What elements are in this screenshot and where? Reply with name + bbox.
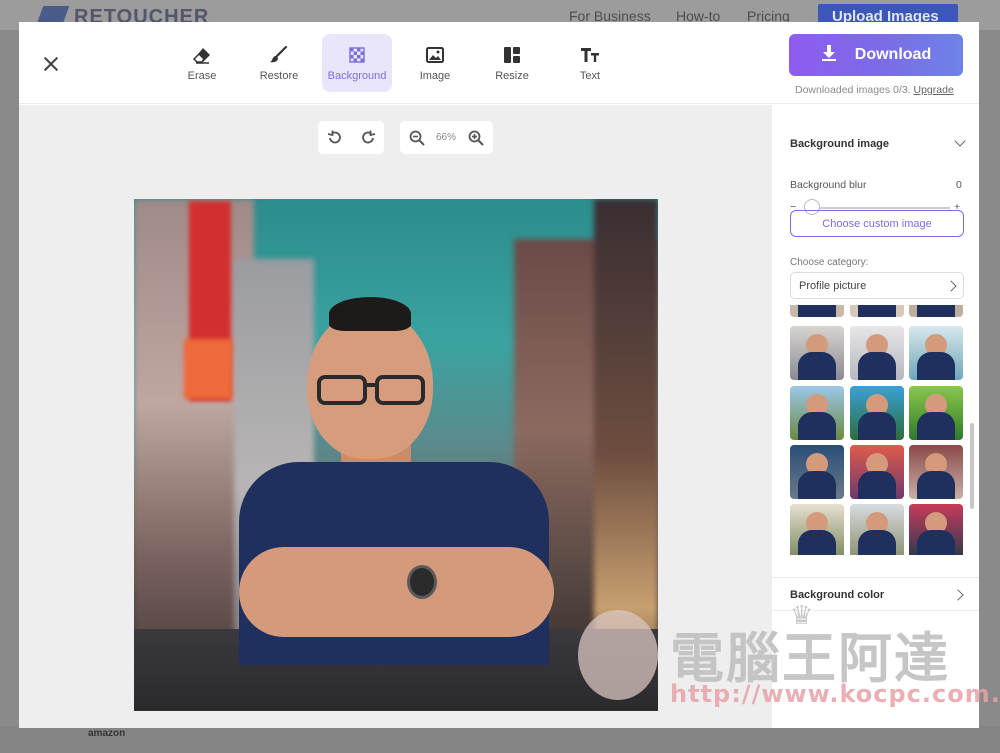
tool-erase-label: Erase bbox=[187, 70, 217, 82]
redo-icon[interactable] bbox=[351, 121, 384, 154]
background-thumbnail[interactable] bbox=[790, 445, 844, 499]
zoom-out-icon[interactable] bbox=[400, 121, 433, 154]
background-thumbnail[interactable] bbox=[850, 386, 904, 440]
blur-slider-track[interactable] bbox=[804, 207, 950, 209]
tool-image[interactable]: Image bbox=[400, 34, 470, 92]
category-label: Choose category: bbox=[790, 257, 869, 268]
download-button[interactable]: Download bbox=[789, 34, 963, 76]
person-hair bbox=[329, 297, 411, 331]
choose-custom-image-button[interactable]: Choose custom image bbox=[790, 210, 964, 237]
chevron-down-icon[interactable] bbox=[954, 135, 966, 147]
tool-text-label: Text bbox=[579, 70, 601, 82]
background-color-section[interactable]: Background color bbox=[772, 577, 979, 611]
brush-icon bbox=[269, 45, 289, 64]
tool-restore-label: Restore bbox=[259, 70, 299, 82]
chevron-right-icon bbox=[952, 589, 964, 601]
background-color-title: Background color bbox=[790, 589, 885, 601]
zoom-level: 66% bbox=[435, 132, 456, 143]
editor-modal: Erase Restore Background Image Resize Te… bbox=[19, 22, 979, 728]
checkerboard-icon bbox=[347, 46, 367, 64]
tool-text[interactable]: Text bbox=[555, 34, 625, 92]
tool-resize-label: Resize bbox=[495, 70, 529, 82]
background-thumbnail[interactable] bbox=[850, 326, 904, 380]
person-glasses-bridge bbox=[365, 383, 377, 387]
background-image-title[interactable]: Background image bbox=[790, 138, 889, 150]
eraser-icon bbox=[192, 46, 212, 64]
blur-label: Background blur bbox=[790, 179, 867, 191]
background-settings-panel: Background image Background blur 0 − + C… bbox=[771, 105, 979, 728]
background-thumbnails bbox=[790, 305, 970, 555]
background-thumbnail[interactable] bbox=[850, 504, 904, 555]
download-note: Downloaded images 0/3. Upgrade bbox=[795, 84, 954, 96]
history-controls bbox=[318, 121, 384, 154]
category-value: Profile picture bbox=[799, 280, 867, 292]
background-thumbnail[interactable] bbox=[909, 445, 963, 499]
upgrade-link[interactable]: Upgrade bbox=[914, 84, 954, 96]
photo-subject-person bbox=[229, 247, 564, 665]
tool-image-label: Image bbox=[419, 70, 451, 82]
tool-restore[interactable]: Restore bbox=[244, 34, 314, 92]
zoom-in-icon[interactable] bbox=[459, 121, 492, 154]
category-select[interactable]: Profile picture bbox=[790, 272, 964, 299]
chevron-right-icon bbox=[945, 280, 957, 292]
text-size-icon bbox=[580, 46, 600, 64]
close-icon[interactable] bbox=[39, 52, 63, 76]
image-icon bbox=[425, 46, 445, 64]
download-label: Download bbox=[854, 46, 932, 63]
layout-icon bbox=[502, 46, 522, 64]
background-thumbnail[interactable] bbox=[909, 305, 963, 317]
thumbnails-scrollbar[interactable] bbox=[970, 423, 974, 509]
person-glasses-right bbox=[375, 375, 425, 405]
background-thumbnail[interactable] bbox=[850, 305, 904, 317]
edited-photo[interactable] bbox=[134, 199, 658, 711]
background-thumbnail[interactable] bbox=[909, 386, 963, 440]
background-thumbnail[interactable] bbox=[790, 326, 844, 380]
person-glasses-left bbox=[317, 375, 367, 405]
tool-background[interactable]: Background bbox=[322, 34, 392, 92]
background-bottom-strip bbox=[0, 726, 1000, 753]
background-thumbnail[interactable] bbox=[790, 386, 844, 440]
tool-background-label: Background bbox=[327, 70, 387, 82]
person-crossed-arms bbox=[239, 547, 554, 637]
person-watch bbox=[407, 565, 437, 599]
background-thumbnail[interactable] bbox=[790, 504, 844, 555]
download-icon bbox=[821, 44, 837, 67]
tool-erase[interactable]: Erase bbox=[167, 34, 237, 92]
background-thumbnail[interactable] bbox=[850, 445, 904, 499]
zoom-controls: 66% bbox=[400, 121, 493, 154]
canvas-area: 66% bbox=[19, 105, 771, 728]
tool-resize[interactable]: Resize bbox=[477, 34, 547, 92]
background-thumbnail[interactable] bbox=[909, 326, 963, 380]
amazon-logo: amazon bbox=[88, 728, 126, 739]
background-thumbnail[interactable] bbox=[790, 305, 844, 317]
editor-toolbar: Erase Restore Background Image Resize Te… bbox=[19, 22, 979, 104]
download-count: Downloaded images 0/3. bbox=[795, 84, 911, 96]
background-thumbnail[interactable] bbox=[909, 504, 963, 555]
undo-icon[interactable] bbox=[318, 121, 351, 154]
blur-value: 0 bbox=[956, 179, 962, 191]
photo-bg-orange-sign bbox=[184, 339, 232, 399]
